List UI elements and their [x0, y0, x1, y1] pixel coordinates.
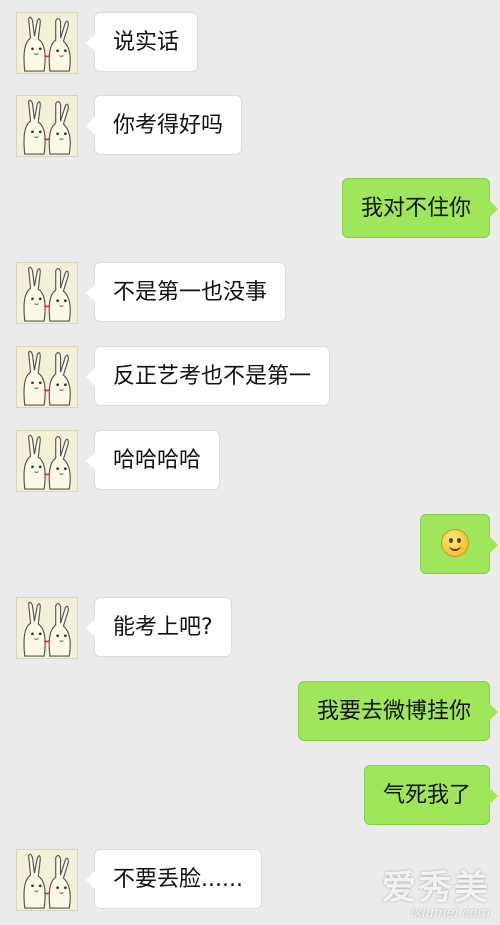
watermark: 爱秀美 ixiumei.com — [382, 869, 490, 921]
message-bubble[interactable]: 说实话 — [85, 12, 199, 72]
message-bubble[interactable]: 哈哈哈哈 — [85, 430, 221, 490]
message-bubble[interactable] — [420, 514, 498, 574]
avatar[interactable] — [16, 597, 78, 659]
avatar[interactable] — [16, 430, 78, 492]
message-bubble[interactable]: 不是第一也没事 — [85, 262, 287, 322]
message-bubble[interactable]: 不要丢脸...... — [86, 849, 262, 909]
avatar[interactable] — [16, 262, 78, 324]
watermark-site: ixiumei.com — [410, 906, 490, 921]
smile-emoji-icon — [441, 529, 469, 557]
avatar[interactable] — [16, 12, 78, 74]
message-bubble[interactable]: 气死我了 — [363, 765, 499, 825]
message-bubble[interactable]: 你考得好吗 — [85, 95, 243, 155]
avatar[interactable] — [16, 95, 78, 157]
watermark-logo: 爱秀美 — [382, 868, 490, 908]
message-bubble[interactable]: 我对不住你 — [341, 178, 499, 238]
avatar[interactable] — [16, 346, 78, 408]
message-bubble[interactable]: 能考上吧? — [86, 597, 232, 657]
avatar[interactable] — [16, 849, 78, 911]
message-bubble[interactable]: 反正艺考也不是第一 — [85, 346, 331, 406]
message-bubble[interactable]: 我要去微博挂你 — [297, 681, 499, 741]
